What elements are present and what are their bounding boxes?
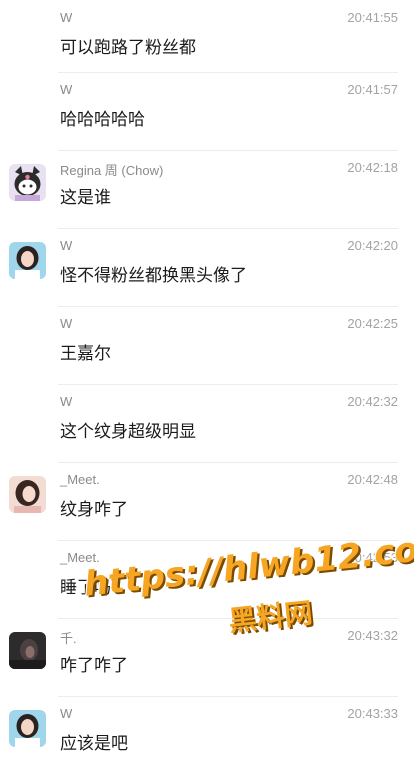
user-photo-avatar[interactable] — [9, 242, 46, 279]
divider — [58, 150, 398, 151]
message-time: 20:42:48 — [347, 472, 398, 487]
message-text: 怪不得粉丝都换黑头像了 — [60, 266, 247, 286]
user-photo-avatar[interactable] — [9, 710, 46, 747]
message-text: 应该是吧 — [60, 734, 128, 754]
sender-name[interactable]: _Meet. — [60, 472, 100, 487]
sender-name[interactable]: W — [60, 10, 72, 25]
message-item[interactable]: W 20:42:25 王嘉尔 — [0, 306, 414, 384]
divider — [58, 72, 398, 73]
message-text: 可以跑路了粉丝都 — [60, 38, 196, 58]
sender-name[interactable]: W — [60, 238, 72, 253]
sender-name[interactable]: W — [60, 316, 72, 331]
message-item[interactable]: W 20:41:55 可以跑路了粉丝都 — [0, 0, 414, 78]
message-text: 王嘉尔 — [60, 344, 111, 364]
message-text: 纹身咋了 — [60, 500, 128, 520]
sender-name[interactable]: W — [60, 82, 72, 97]
message-time: 20:42:25 — [347, 316, 398, 331]
user-photo-avatar[interactable] — [9, 632, 46, 669]
message-item[interactable]: _Meet. 20:42:53 睡了吗 — [0, 540, 414, 618]
divider — [58, 540, 398, 541]
divider — [58, 306, 398, 307]
message-time: 20:42:53 — [347, 550, 398, 565]
message-time: 20:41:55 — [347, 10, 398, 25]
message-item[interactable]: W 20:42:20 怪不得粉丝都换黑头像了 — [0, 228, 414, 306]
divider — [58, 228, 398, 229]
message-item[interactable]: W 20:43:33 应该是吧 — [0, 696, 414, 774]
kuromi-avatar[interactable] — [9, 164, 46, 201]
message-text: 这是谁 — [60, 188, 111, 208]
message-time: 20:42:18 — [347, 160, 398, 175]
sender-name[interactable]: W — [60, 706, 72, 721]
message-item[interactable]: W 20:42:32 这个纹身超级明显 — [0, 384, 414, 462]
message-item[interactable]: Regina 周 (Chow) 20:42:18 这是谁 — [0, 150, 414, 228]
divider — [58, 618, 398, 619]
message-text: 哈哈哈哈哈 — [60, 110, 145, 130]
message-text: 咋了咋了 — [60, 656, 128, 676]
sender-name[interactable]: _Meet. — [60, 550, 100, 565]
divider — [58, 384, 398, 385]
sender-name[interactable]: 千. — [60, 628, 77, 647]
message-time: 20:42:32 — [347, 394, 398, 409]
message-text: 睡了吗 — [60, 578, 111, 598]
message-item[interactable]: 千. 20:43:32 咋了咋了 — [0, 618, 414, 696]
message-text: 这个纹身超级明显 — [60, 422, 196, 442]
message-item[interactable]: W 20:41:57 哈哈哈哈哈 — [0, 72, 414, 150]
message-time: 20:43:33 — [347, 706, 398, 721]
message-time: 20:42:20 — [347, 238, 398, 253]
sender-name[interactable]: W — [60, 394, 72, 409]
user-photo-avatar[interactable] — [9, 476, 46, 513]
divider — [58, 696, 398, 697]
divider — [58, 462, 398, 463]
message-time: 20:41:57 — [347, 82, 398, 97]
sender-name[interactable]: Regina 周 (Chow) — [60, 160, 163, 179]
message-item[interactable]: _Meet. 20:42:48 纹身咋了 — [0, 462, 414, 540]
message-time: 20:43:32 — [347, 628, 398, 643]
